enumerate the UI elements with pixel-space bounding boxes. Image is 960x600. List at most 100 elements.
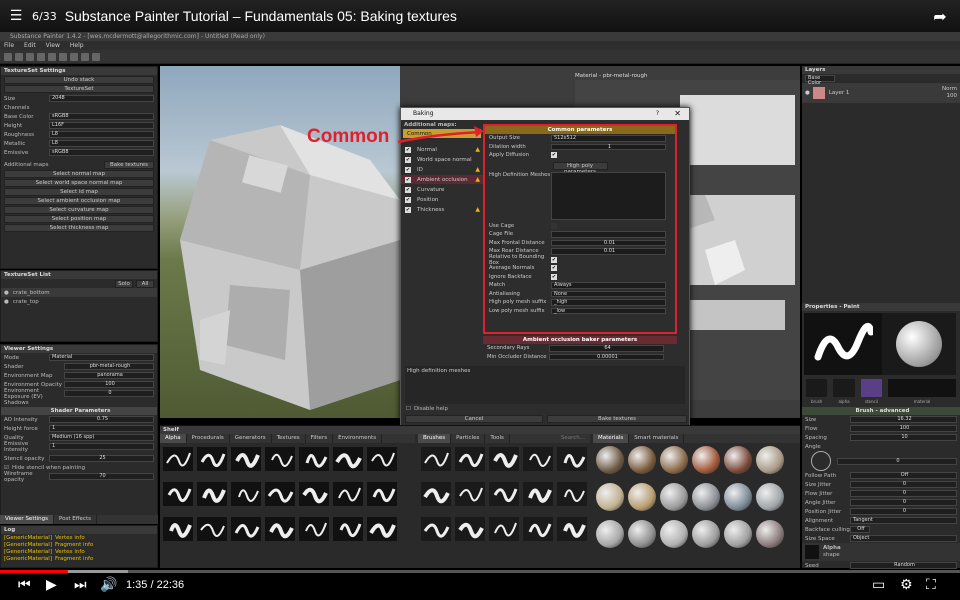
paint-tool-icon[interactable] xyxy=(4,52,12,61)
angle-field[interactable]: 0 xyxy=(837,457,957,465)
spacing-slider[interactable]: 10 xyxy=(850,434,957,441)
flow-jitter-slider[interactable]: 0 xyxy=(850,490,957,497)
map-item-id[interactable]: ✔ ID ▲ xyxy=(401,165,483,174)
checkbox[interactable]: ✔ xyxy=(405,206,411,213)
mode-select[interactable]: Material xyxy=(49,354,154,361)
tab-procedurals[interactable]: Procedurals xyxy=(187,434,230,443)
alpha-item[interactable]: Alpha Dirt 04 xyxy=(333,447,363,471)
alpha-item[interactable]: film xyxy=(367,482,397,506)
brush-item[interactable]: dirt xyxy=(421,517,451,541)
shader-field[interactable]: pbr-metal-rough xyxy=(64,363,154,370)
bake-textures-button[interactable]: Bake textures xyxy=(104,160,154,169)
checkbox[interactable]: ✔ xyxy=(405,146,411,153)
alpha-item[interactable]: Alpha Dirt 01 xyxy=(231,447,261,471)
dilation-width-field[interactable]: 1 xyxy=(551,143,666,150)
map-item-thickness[interactable]: ✔ Thickness ▲ xyxy=(401,205,483,214)
max-frontal-distance-field[interactable]: 0.01 xyxy=(551,239,666,246)
tab-materials[interactable]: Materials xyxy=(593,434,630,443)
brush-item[interactable]: cracks xyxy=(489,482,519,506)
material-thumbs[interactable]: material xyxy=(888,379,957,404)
size-select[interactable]: 2048 xyxy=(49,95,154,102)
use-cage-checkbox[interactable] xyxy=(551,222,557,229)
disable-help-checkbox[interactable]: ☐ xyxy=(406,406,411,412)
env-opacity-field[interactable]: 100 xyxy=(64,381,154,388)
alpha-item[interactable]: Shape line xyxy=(299,482,329,506)
video-title[interactable]: Substance Painter Tutorial – Fundamental… xyxy=(65,8,920,24)
brush-thumb[interactable]: brush xyxy=(806,379,828,404)
settings-gear-icon[interactable]: ⚙ xyxy=(900,577,913,593)
cage-file-field[interactable] xyxy=(551,231,666,238)
undo-stack-button[interactable]: Undo stack xyxy=(4,76,154,84)
checkbox[interactable]: ✔ xyxy=(405,166,411,173)
select-map-button[interactable]: Select position map xyxy=(4,215,154,223)
size-slider[interactable]: 16.32 xyxy=(850,416,957,423)
map-item-position[interactable]: ✔ Position xyxy=(401,195,483,204)
max-rear-distance-field[interactable]: 0.01 xyxy=(551,248,666,255)
next-icon[interactable]: ⏭ xyxy=(74,577,87,593)
tab-filters[interactable]: Filters xyxy=(306,434,334,443)
volume-icon[interactable]: 🔊 xyxy=(100,577,117,593)
mat-item[interactable]: Bark old pines xyxy=(660,446,688,474)
tab-environments[interactable]: Environments xyxy=(333,434,383,443)
mat-item[interactable]: Bark dead pine xyxy=(628,446,656,474)
flow-slider[interactable]: 100 xyxy=(850,425,957,432)
brush-item[interactable]: artistic 5 xyxy=(557,447,587,471)
mat-item[interactable]: Concrete 070 xyxy=(660,520,688,548)
layer-channel-select[interactable]: Base Color xyxy=(805,75,835,86)
mat-item[interactable]: Concrete 006 xyxy=(724,483,752,511)
captions-icon[interactable]: ▭ xyxy=(872,577,885,593)
alpha-item[interactable]: Alpha Dirt 03 xyxy=(299,447,329,471)
antialiasing-select[interactable]: None xyxy=(551,290,666,297)
menu-edit[interactable]: Edit xyxy=(24,41,36,50)
high-poly-suffix-field[interactable]: _high xyxy=(551,299,666,306)
close-icon[interactable]: ✕ xyxy=(674,108,681,120)
position-jitter-slider[interactable]: 0 xyxy=(850,508,957,515)
menu-file[interactable]: File xyxy=(4,41,14,50)
help-button[interactable]: ? xyxy=(656,108,659,120)
map-item-normal[interactable]: ✔ Normal ▲ xyxy=(401,145,483,154)
brush-item[interactable]: artistic 3 xyxy=(489,447,519,471)
channel-row[interactable]: Metallic L8 xyxy=(1,139,157,148)
checkbox[interactable]: ✔ xyxy=(405,186,411,193)
tab-brushes[interactable]: Brushes xyxy=(418,434,452,443)
tab-tools[interactable]: Tools xyxy=(485,434,510,443)
textureset-button[interactable]: TextureSet xyxy=(4,85,154,93)
average-normals-checkbox[interactable]: ✔ xyxy=(551,265,557,272)
mat-item[interactable]: Backpack padding xyxy=(596,446,624,474)
alpha-item[interactable]: Alpha Dirt 06 xyxy=(163,482,193,506)
mat-item[interactable]: Cap xyxy=(596,483,624,511)
smudge-tool-icon[interactable] xyxy=(48,52,56,61)
brush-item[interactable]: cotton xyxy=(455,482,485,506)
alpha-item[interactable]: Alpha Dirt 05 xyxy=(367,447,397,471)
cancel-button[interactable]: Cancel xyxy=(405,415,543,423)
tab-post-effects[interactable]: Post Effects xyxy=(54,515,97,524)
eye-icon[interactable]: ● xyxy=(4,299,9,305)
size-jitter-slider[interactable]: 0 xyxy=(850,481,957,488)
map-item-world-space-normal[interactable]: ✔ World space normal xyxy=(401,155,483,164)
disable-help-row[interactable]: ☐ Disable help xyxy=(403,404,451,413)
alpha-item[interactable]: Mold xyxy=(333,482,363,506)
alpha-item[interactable]: Alpha Scratch xyxy=(231,482,261,506)
checkbox[interactable]: ✔ xyxy=(405,176,411,183)
fullscreen-icon[interactable]: ⛶ xyxy=(926,577,936,593)
brush-item[interactable]: dirt 3 xyxy=(489,517,519,541)
mat-item[interactable]: Concrete 044 xyxy=(628,520,656,548)
previous-icon[interactable]: ⏮ xyxy=(18,577,31,593)
mat-item[interactable]: Carmen basic xyxy=(756,446,784,474)
select-map-button[interactable]: Select world space normal map xyxy=(4,179,154,187)
mat-item[interactable]: Concrete 011 xyxy=(596,520,624,548)
ignore-backface-checkbox[interactable]: ✔ xyxy=(551,273,557,280)
play-icon[interactable]: ▶ xyxy=(46,577,57,593)
select-map-button[interactable]: Select thickness map xyxy=(4,224,154,232)
picker-tool-icon[interactable] xyxy=(70,52,78,61)
map-item-curvature[interactable]: ✔ Curvature xyxy=(401,185,483,194)
mat-item[interactable]: Cardboard 001 xyxy=(628,483,656,511)
checkbox[interactable]: ✔ xyxy=(405,196,411,203)
eraser-tool-icon[interactable] xyxy=(15,52,23,61)
alpha-item[interactable]: Alpha_scratch xyxy=(197,482,227,506)
brush-item[interactable]: dirt 2 xyxy=(455,517,485,541)
channel-row[interactable]: Height L16F xyxy=(1,121,157,130)
mat-item[interactable]: Concrete 010 xyxy=(756,483,784,511)
menu-help[interactable]: Help xyxy=(70,41,84,50)
tab-smart-materials[interactable]: Smart materials xyxy=(629,434,685,443)
